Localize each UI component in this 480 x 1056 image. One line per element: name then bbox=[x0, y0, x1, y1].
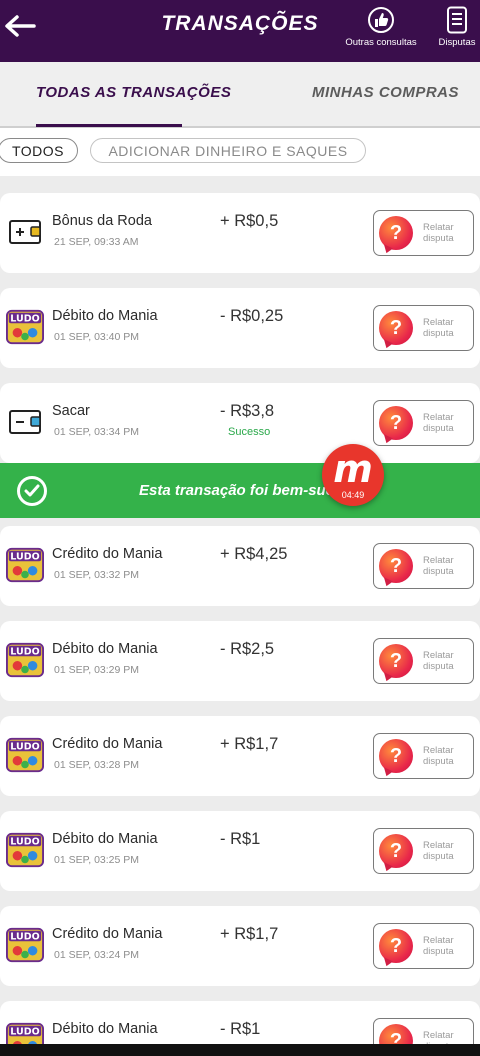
transaction-amount: - R$0,25 bbox=[220, 307, 284, 325]
svg-text:LUDO: LUDO bbox=[10, 836, 39, 847]
check-circle-icon bbox=[17, 476, 47, 506]
filter-chip-all[interactable]: TODOS bbox=[0, 138, 78, 163]
tab-bar: TODAS AS TRANSAÇÕES MINHAS COMPRAS bbox=[0, 62, 480, 128]
transaction-amount: - R$1 bbox=[220, 830, 261, 848]
transaction-date: 01 SEP, 03:32 PM bbox=[54, 569, 140, 581]
tab-all-transactions[interactable]: TODAS AS TRANSAÇÕES bbox=[36, 84, 231, 101]
filter-chip-deposits-withdrawals[interactable]: ADICIONAR DINHEIRO E SAQUES bbox=[90, 138, 366, 163]
ludo-game-icon: LUDO bbox=[6, 831, 44, 869]
recorder-logo-icon: m bbox=[333, 447, 373, 491]
transaction-amount: + R$4,25 bbox=[220, 545, 288, 563]
transaction-card: Bônus da Roda 21 SEP, 09:33 AM + R$0,5 ?… bbox=[0, 193, 480, 273]
report-dispute-label: Relatar disputa bbox=[423, 935, 454, 957]
transaction-amount: - R$2,5 bbox=[220, 640, 275, 658]
report-dispute-button[interactable]: ? Relatar disputa bbox=[373, 638, 474, 684]
wallet-minus-icon bbox=[6, 403, 44, 441]
question-bubble-icon: ? bbox=[379, 311, 413, 345]
transaction-amount: + R$0,5 bbox=[220, 212, 279, 230]
transaction-date: 01 SEP, 03:40 PM bbox=[54, 331, 140, 343]
svg-text:LUDO: LUDO bbox=[10, 741, 39, 752]
report-dispute-label: Relatar disputa bbox=[423, 317, 454, 339]
report-dispute-button[interactable]: ? Relatar disputa bbox=[373, 828, 474, 874]
transaction-amount: + R$1,7 bbox=[220, 735, 279, 753]
transaction-amount: + R$1,7 bbox=[220, 925, 279, 943]
report-dispute-button[interactable]: ? Relatar disputa bbox=[373, 305, 474, 351]
report-dispute-label: Relatar disputa bbox=[423, 840, 454, 862]
tab-my-purchases[interactable]: MINHAS COMPRAS bbox=[312, 84, 459, 101]
document-icon bbox=[447, 6, 467, 34]
transaction-card: LUDO Crédito do Mania 01 SEP, 03:28 PM +… bbox=[0, 716, 480, 796]
transaction-amount: - R$3,8 bbox=[220, 402, 275, 420]
transaction-date: 01 SEP, 03:24 PM bbox=[54, 949, 140, 961]
svg-text:LUDO: LUDO bbox=[10, 931, 39, 942]
svg-text:LUDO: LUDO bbox=[10, 1026, 39, 1037]
report-dispute-button[interactable]: ? Relatar disputa bbox=[373, 400, 474, 446]
active-tab-indicator bbox=[36, 124, 182, 127]
transaction-name: Crédito do Mania bbox=[52, 736, 163, 752]
ludo-game-icon: LUDO bbox=[6, 546, 44, 584]
thumbs-up-icon bbox=[368, 7, 394, 33]
question-bubble-icon: ? bbox=[379, 834, 413, 868]
transaction-card: LUDO Débito do Mania 01 SEP, 03:25 PM - … bbox=[0, 811, 480, 891]
transaction-date: 01 SEP, 03:34 PM bbox=[54, 426, 140, 438]
transaction-card: LUDO Débito do Mania 01 SEP, 03:40 PM - … bbox=[0, 288, 480, 368]
disputes-button[interactable]: Disputas bbox=[434, 6, 480, 48]
report-dispute-button[interactable]: ? Relatar disputa bbox=[373, 543, 474, 589]
transaction-status: Sucesso bbox=[228, 426, 271, 438]
filter-bar: TODOS ADICIONAR DINHEIRO E SAQUES bbox=[0, 128, 480, 176]
transaction-card: LUDO Crédito do Mania 01 SEP, 03:32 PM +… bbox=[0, 526, 480, 606]
system-nav-bar bbox=[0, 1044, 480, 1056]
ludo-game-icon: LUDO bbox=[6, 308, 44, 346]
transaction-amount: - R$1 bbox=[220, 1020, 261, 1038]
ludo-game-icon: LUDO bbox=[6, 926, 44, 964]
report-dispute-label: Relatar disputa bbox=[423, 745, 454, 767]
svg-text:LUDO: LUDO bbox=[10, 551, 39, 562]
app-header: TRANSAÇÕES Outras consultas Disputas bbox=[0, 0, 480, 62]
transaction-date: 01 SEP, 03:29 PM bbox=[54, 664, 140, 676]
transaction-date: 21 SEP, 09:33 AM bbox=[54, 236, 139, 248]
report-dispute-label: Relatar disputa bbox=[423, 650, 454, 672]
report-dispute-label: Relatar disputa bbox=[423, 222, 454, 244]
question-bubble-icon: ? bbox=[379, 406, 413, 440]
ludo-game-icon: LUDO bbox=[6, 641, 44, 679]
success-toast: Esta transação foi bem-sucedida bbox=[0, 463, 480, 518]
transaction-name: Débito do Mania bbox=[52, 1021, 158, 1037]
question-bubble-icon: ? bbox=[379, 929, 413, 963]
question-bubble-icon: ? bbox=[379, 644, 413, 678]
disputes-label: Disputas bbox=[438, 37, 476, 48]
wallet-plus-icon bbox=[6, 213, 44, 251]
transaction-name: Crédito do Mania bbox=[52, 546, 163, 562]
transaction-name: Sacar bbox=[52, 403, 90, 419]
screen-recorder-button[interactable]: m 04:49 bbox=[322, 444, 384, 506]
transaction-card: LUDO Débito do Mania 01 SEP, 03:29 PM - … bbox=[0, 621, 480, 701]
transaction-date: 01 SEP, 03:28 PM bbox=[54, 759, 140, 771]
report-dispute-label: Relatar disputa bbox=[423, 412, 454, 434]
question-bubble-icon: ? bbox=[379, 739, 413, 773]
other-queries-button[interactable]: Outras consultas bbox=[338, 6, 424, 48]
transaction-name: Crédito do Mania bbox=[52, 926, 163, 942]
svg-text:LUDO: LUDO bbox=[10, 646, 39, 657]
transaction-name: Débito do Mania bbox=[52, 641, 158, 657]
transaction-name: Bônus da Roda bbox=[52, 213, 152, 229]
transaction-name: Débito do Mania bbox=[52, 308, 158, 324]
question-bubble-icon: ? bbox=[379, 549, 413, 583]
report-dispute-button[interactable]: ? Relatar disputa bbox=[373, 733, 474, 779]
question-bubble-icon: ? bbox=[379, 216, 413, 250]
report-dispute-button[interactable]: ? Relatar disputa bbox=[373, 210, 474, 256]
report-dispute-button[interactable]: ? Relatar disputa bbox=[373, 923, 474, 969]
report-dispute-label: Relatar disputa bbox=[423, 555, 454, 577]
transaction-date: 01 SEP, 03:25 PM bbox=[54, 854, 140, 866]
svg-text:LUDO: LUDO bbox=[10, 313, 39, 324]
recorder-time: 04:49 bbox=[341, 490, 365, 500]
transaction-name: Débito do Mania bbox=[52, 831, 158, 847]
transaction-card: LUDO Crédito do Mania 01 SEP, 03:24 PM +… bbox=[0, 906, 480, 986]
transaction-card: Sacar 01 SEP, 03:34 PM - R$3,8 Sucesso ?… bbox=[0, 383, 480, 463]
ludo-game-icon: LUDO bbox=[6, 736, 44, 774]
other-queries-label: Outras consultas bbox=[345, 37, 417, 48]
